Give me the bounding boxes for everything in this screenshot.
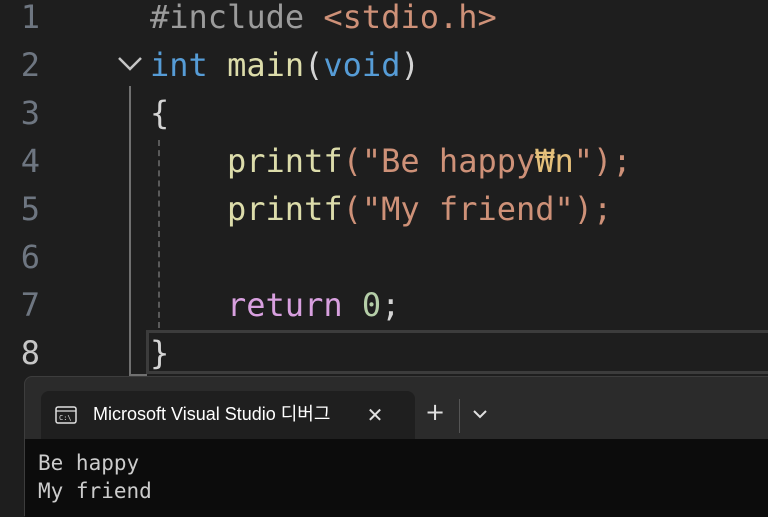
- close-brace: }: [150, 334, 170, 372]
- line-number: 3: [20, 94, 40, 132]
- console-icon: C:\: [55, 406, 77, 424]
- line-number: 4: [20, 142, 40, 180]
- function-call: printf: [227, 142, 343, 180]
- function-name: main: [227, 46, 305, 84]
- line-number: 2: [20, 46, 40, 84]
- string-close: ");: [554, 190, 613, 228]
- current-line-highlight: [146, 330, 768, 374]
- toolbar-divider: [459, 399, 460, 433]
- escape-sequence: ₩n: [535, 142, 574, 180]
- scope-guide: [129, 86, 131, 376]
- terminal-output[interactable]: Be happy My friend: [25, 439, 768, 517]
- string-literal: Be happy: [381, 142, 536, 180]
- string-open: (": [342, 142, 382, 180]
- line-number: 5: [20, 190, 40, 228]
- output-line: Be happy: [38, 451, 140, 475]
- chevron-down-icon[interactable]: [114, 50, 148, 78]
- terminal-tab[interactable]: C:\ Microsoft Visual Studio 디버그 ✕: [41, 391, 415, 439]
- preprocessor-directive: #include: [150, 0, 305, 36]
- code-line-1[interactable]: #include <stdio.h>: [150, 0, 497, 41]
- type-keyword: int: [150, 46, 208, 84]
- string-open: (": [342, 190, 382, 228]
- indent-guide: [158, 140, 160, 328]
- include-header: <stdio.h>: [323, 0, 497, 36]
- line-number: 7: [20, 286, 40, 324]
- output-line: My friend: [38, 479, 152, 503]
- return-keyword: return: [227, 286, 343, 324]
- code-line-4[interactable]: printf("Be happy₩n");: [227, 137, 632, 185]
- close-icon[interactable]: ✕: [361, 401, 389, 429]
- line-number: 6: [20, 238, 40, 276]
- paren: ): [400, 46, 420, 84]
- semicolon: ;: [381, 286, 401, 324]
- param-keyword: void: [323, 46, 401, 84]
- svg-text:C:\: C:\: [59, 414, 72, 422]
- paren: (: [304, 46, 324, 84]
- tab-title: Microsoft Visual Studio 디버그: [93, 404, 331, 424]
- line-number: 1: [20, 0, 40, 36]
- function-call: printf: [227, 190, 343, 228]
- code-line-8[interactable]: }: [150, 329, 169, 377]
- code-line-5[interactable]: printf("My friend");: [227, 185, 612, 233]
- number-literal: 0: [361, 286, 382, 324]
- code-editor[interactable]: 1 2 3 4 5 6 7 8 #include <stdio.h> int m…: [0, 0, 768, 380]
- debug-console-window: C:\ Microsoft Visual Studio 디버그 ✕ + Be h…: [24, 376, 768, 517]
- code-line-7[interactable]: return 0;: [227, 281, 400, 329]
- string-literal: My friend: [381, 190, 555, 228]
- string-close: ");: [573, 142, 632, 180]
- plus-icon[interactable]: +: [421, 397, 449, 427]
- code-line-3[interactable]: {: [150, 89, 169, 137]
- open-brace: {: [150, 94, 170, 132]
- code-line-2[interactable]: int main(void): [150, 41, 420, 89]
- line-number-active: 8: [20, 334, 40, 372]
- chevron-down-icon[interactable]: [465, 399, 495, 429]
